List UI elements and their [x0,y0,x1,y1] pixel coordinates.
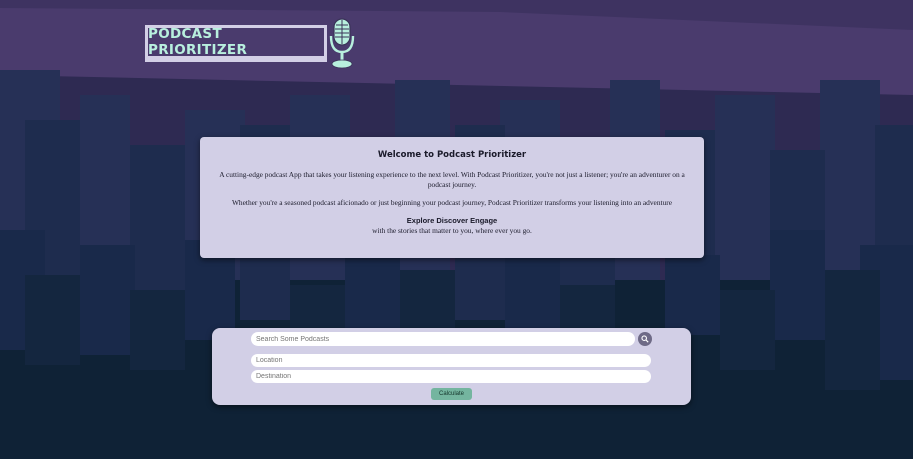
welcome-panel: Welcome to Podcast Prioritizer A cutting… [200,137,704,258]
logo-text: PODCAST PRIORITIZER [148,26,248,58]
search-form: Calculate [212,328,691,405]
search-input[interactable] [251,332,635,346]
welcome-paragraph-2: Whether you're a seasoned podcast aficio… [231,198,673,207]
welcome-title: Welcome to Podcast Prioritizer [377,150,527,160]
welcome-paragraph-1: A cutting-edge podcast App that takes yo… [219,170,685,189]
destination-input[interactable] [251,370,651,383]
search-button[interactable] [638,332,652,346]
app-logo[interactable]: PODCAST PRIORITIZER [145,25,327,59]
location-input[interactable] [251,354,651,367]
search-icon [641,335,649,343]
microphone-icon [329,18,355,69]
welcome-subtagline: with the stories that matter to you, whe… [372,226,532,235]
calculate-button[interactable]: Calculate [431,388,472,400]
welcome-tagline: Explore Discover Engage [406,216,498,225]
logo-underline [145,56,327,62]
